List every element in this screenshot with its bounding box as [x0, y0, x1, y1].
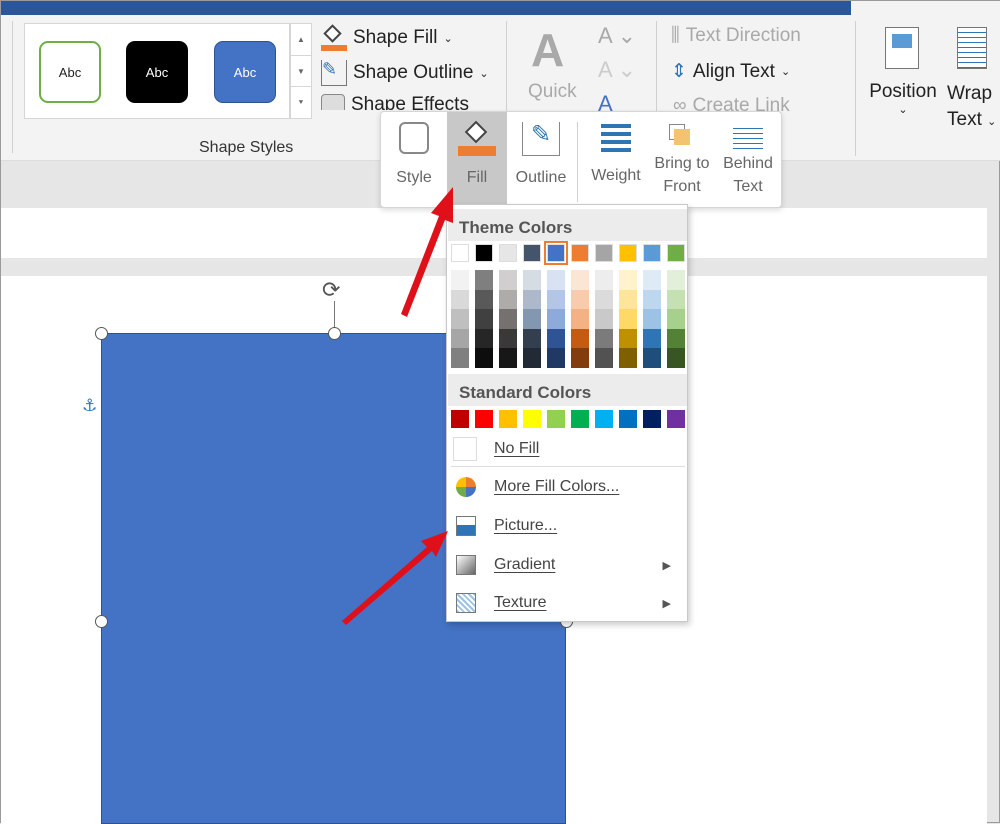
- red-arrow-to-picture: [342, 531, 448, 625]
- annotation-arrows: [342, 187, 453, 625]
- red-arrow-to-fill: [401, 187, 453, 317]
